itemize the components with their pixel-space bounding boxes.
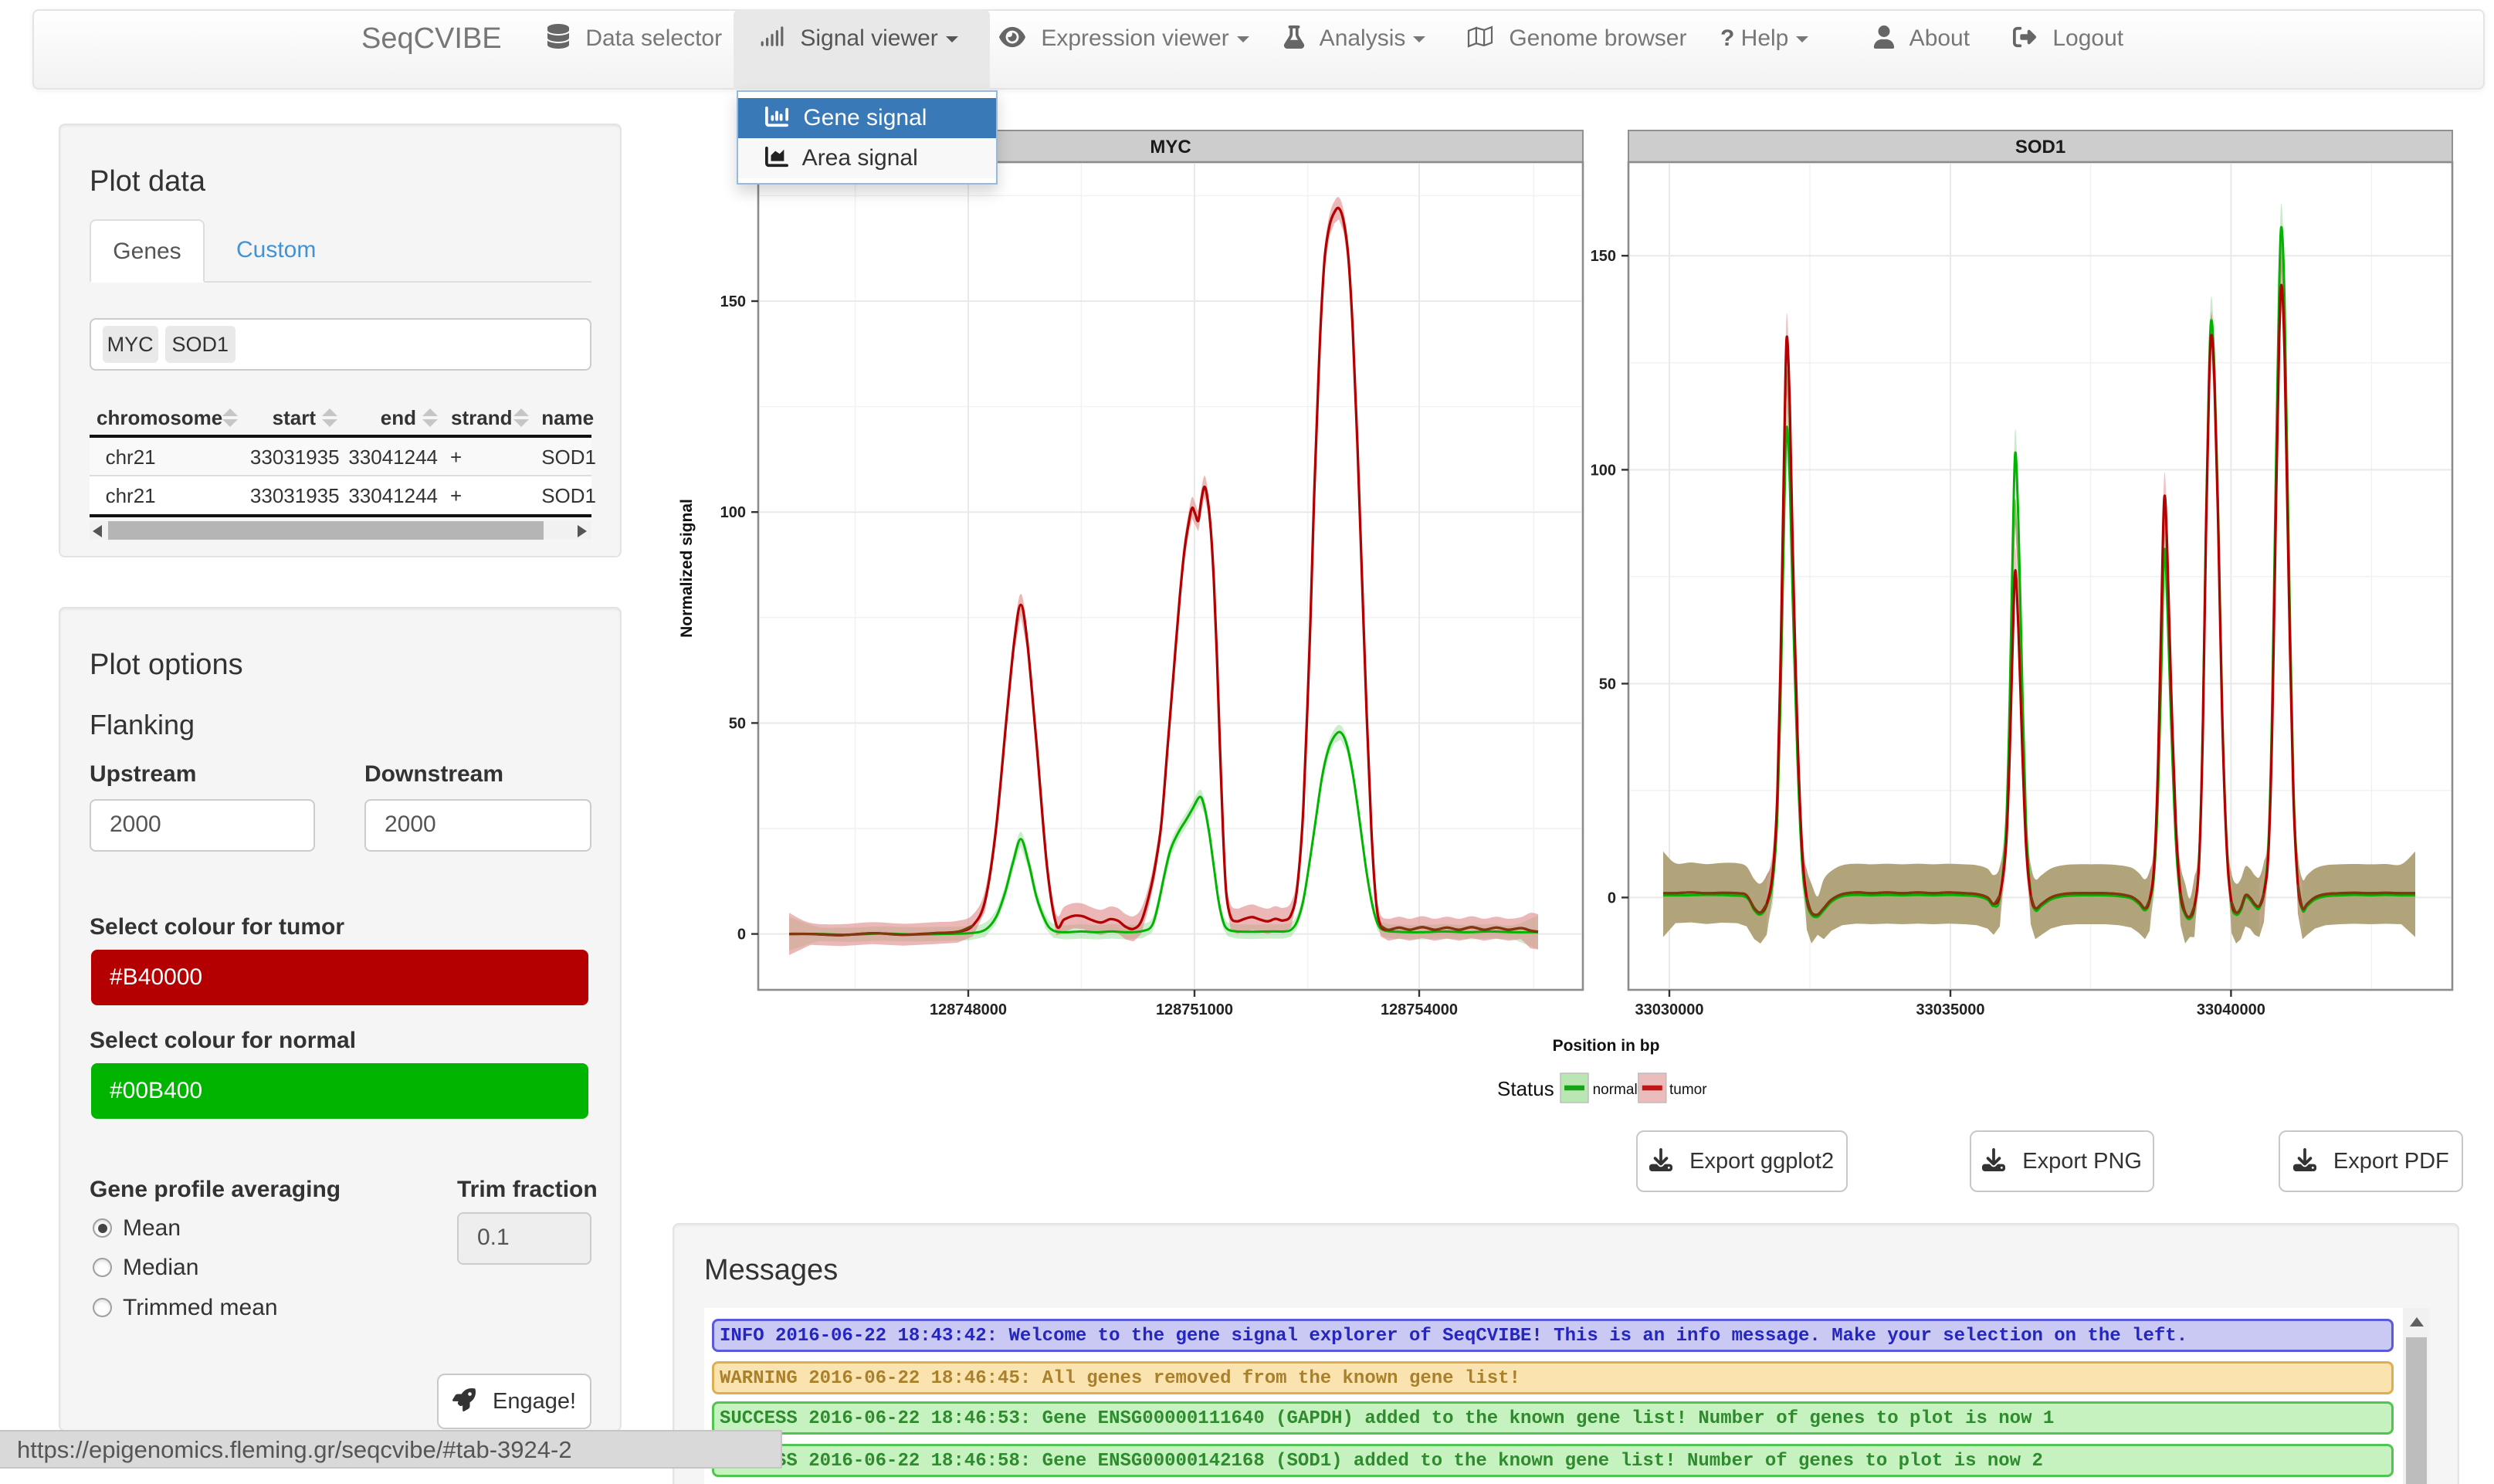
svg-text:128751000: 128751000: [1156, 1001, 1233, 1018]
svg-text:MYC: MYC: [1150, 137, 1191, 158]
svg-text:SOD1: SOD1: [2015, 137, 2065, 158]
svg-text:0: 0: [737, 927, 746, 944]
svg-text:33030000: 33030000: [1635, 1001, 1704, 1018]
svg-text:Position in bp: Position in bp: [1553, 1037, 1660, 1055]
svg-text:tumor: tumor: [1669, 1082, 1707, 1098]
svg-text:128748000: 128748000: [930, 1001, 1007, 1018]
svg-text:128754000: 128754000: [1381, 1001, 1458, 1018]
svg-text:150: 150: [1591, 248, 1616, 265]
svg-text:150: 150: [720, 293, 746, 310]
svg-text:0: 0: [1608, 889, 1616, 906]
svg-text:50: 50: [1599, 676, 1616, 693]
svg-text:Normalized signal: Normalized signal: [678, 499, 696, 638]
svg-text:33040000: 33040000: [2197, 1001, 2265, 1018]
svg-text:100: 100: [720, 504, 746, 521]
svg-text:50: 50: [729, 715, 746, 732]
svg-text:normal: normal: [1593, 1082, 1638, 1098]
svg-text:33035000: 33035000: [1916, 1001, 1985, 1018]
svg-text:100: 100: [1591, 462, 1616, 479]
svg-text:Status: Status: [1497, 1077, 1554, 1100]
